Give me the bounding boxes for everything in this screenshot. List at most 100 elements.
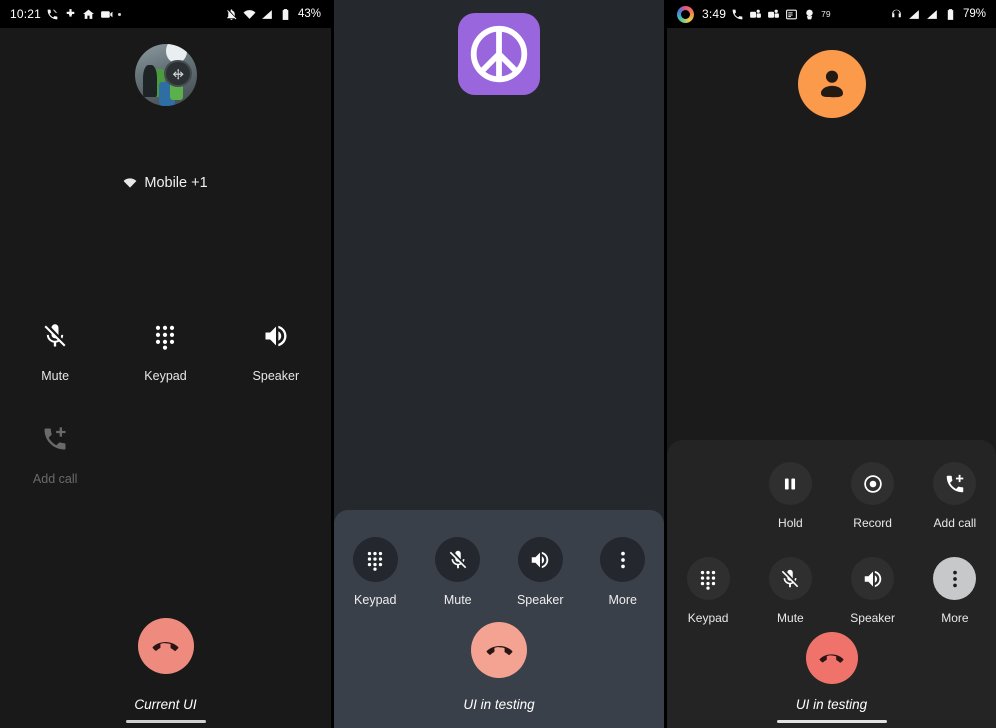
panel-current-ui: 10:21 43% Mobile +1 Mute Keypad Speaker … (0, 0, 331, 728)
battery-percent: 43% (297, 8, 321, 20)
phone-call-icon (731, 8, 744, 21)
control-mute[interactable]: Mute (0, 322, 110, 383)
contact-photo-avatar (134, 44, 197, 106)
panel-caption: UI in testing (795, 697, 868, 712)
control-label: Mute (41, 369, 70, 383)
control-keypad[interactable]: Keypad (334, 537, 417, 607)
control-speaker[interactable]: Speaker (832, 557, 914, 625)
control-add-call[interactable]: Add call (914, 462, 996, 530)
control-label: Speaker (516, 593, 564, 607)
control-label: More (608, 593, 637, 607)
avatar-shape (143, 65, 157, 98)
peace-icon (470, 25, 528, 83)
control-label: Speaker (252, 369, 300, 383)
call-controls-sheet: Keypad Mute Speaker More UI in testing (334, 510, 664, 728)
video-icon (100, 8, 113, 21)
peace-sign-avatar (458, 13, 540, 95)
call-end-icon (819, 653, 844, 663)
mic-off-icon (435, 537, 481, 582)
add-call-icon (933, 462, 977, 505)
control-label: Add call (32, 472, 78, 486)
control-label: Mute (777, 611, 804, 625)
status-bar-right: 79% (890, 8, 986, 21)
status-bar: 3:49 79 79% (667, 0, 996, 28)
dialpad-icon (151, 322, 179, 350)
control-mute[interactable]: Mute (417, 537, 500, 607)
signal-icon (926, 8, 939, 21)
status-time: 3:49 (702, 7, 727, 21)
panel-caption: UI in testing (463, 697, 535, 712)
control-add-call[interactable]: Add call (0, 425, 110, 486)
home-indicator[interactable] (125, 720, 206, 723)
call-controls-row: Keypad Mute Speaker More (334, 537, 664, 607)
person-icon (820, 70, 843, 98)
headset-icon (890, 8, 903, 21)
call-controls-sheet: Hold Record Add call Keypad Mute Speaker… (667, 440, 996, 728)
status-bar-left: 3:49 79 (677, 5, 831, 23)
mic-off-icon (768, 557, 812, 600)
signal-icon (908, 8, 921, 21)
volume-up-icon (851, 557, 895, 600)
phone-call-icon (46, 8, 59, 21)
control-label: More (941, 611, 969, 625)
call-end-icon (152, 641, 179, 651)
panel-ui-in-testing-b: 3:49 79 79% Hold Record Add call Keypad … (667, 0, 996, 728)
call-controls-grid: Mute Keypad Speaker Add call (0, 322, 331, 486)
control-label: Add call (933, 516, 977, 530)
status-bar-right: 43% (225, 8, 321, 21)
person-avatar (797, 50, 866, 118)
home-indicator[interactable] (776, 720, 887, 723)
volume-up-icon (517, 537, 563, 582)
call-controls-row: Keypad Mute Speaker More (667, 557, 996, 625)
compass-icon (172, 68, 184, 80)
end-call-button[interactable] (137, 618, 194, 674)
control-more[interactable]: More (914, 557, 996, 625)
control-label: Hold (778, 516, 803, 530)
control-label: Keypad (687, 611, 729, 625)
record-icon (851, 462, 895, 505)
panel-caption: Current UI (134, 697, 197, 712)
end-call-button[interactable] (471, 622, 527, 678)
mic-off-icon (41, 322, 69, 350)
status-bar: 10:21 43% (0, 0, 331, 28)
volume-up-icon (262, 322, 290, 350)
list-icon (785, 8, 798, 21)
notification-off-icon (225, 8, 238, 21)
battery-icon (944, 8, 957, 21)
home-icon (82, 8, 95, 21)
row-spacer (667, 462, 749, 530)
control-hold[interactable]: Hold (749, 462, 831, 530)
control-label: Speaker (850, 611, 895, 625)
avatar-lens (164, 60, 192, 88)
control-speaker[interactable]: Speaker (221, 322, 331, 383)
alert-icon (803, 8, 816, 21)
teams-icon (767, 8, 780, 21)
control-label: Record (853, 516, 892, 530)
panel-ui-in-testing-a: Keypad Mute Speaker More UI in testing (334, 0, 664, 728)
status-bar-left: 10:21 (10, 7, 122, 21)
control-speaker[interactable]: Speaker (499, 537, 582, 607)
control-record[interactable]: Record (832, 462, 914, 530)
call-subtitle: Mobile +1 (0, 175, 331, 191)
wifi-calling-icon (123, 178, 137, 188)
status-time: 10:21 (10, 7, 42, 21)
control-more[interactable]: More (582, 537, 665, 607)
control-mute[interactable]: Mute (749, 557, 831, 625)
dot-icon (118, 12, 122, 16)
battery-icon (279, 8, 292, 21)
pause-icon (768, 462, 812, 505)
control-label: Keypad (144, 369, 187, 383)
call-subtitle-label: Mobile +1 (144, 175, 208, 191)
control-label: Keypad (354, 593, 397, 607)
control-keypad[interactable]: Keypad (667, 557, 749, 625)
call-end-icon (486, 645, 512, 655)
activity-ring-icon (677, 5, 694, 23)
control-keypad[interactable]: Keypad (110, 322, 220, 383)
call-controls-row-extra: Hold Record Add call (667, 462, 996, 530)
signal-icon (261, 8, 274, 21)
dialpad-icon (352, 537, 398, 582)
dialpad-icon (686, 557, 730, 600)
teams-icon (749, 8, 762, 21)
end-call-button[interactable] (805, 632, 858, 684)
more-vert-icon (933, 557, 977, 600)
